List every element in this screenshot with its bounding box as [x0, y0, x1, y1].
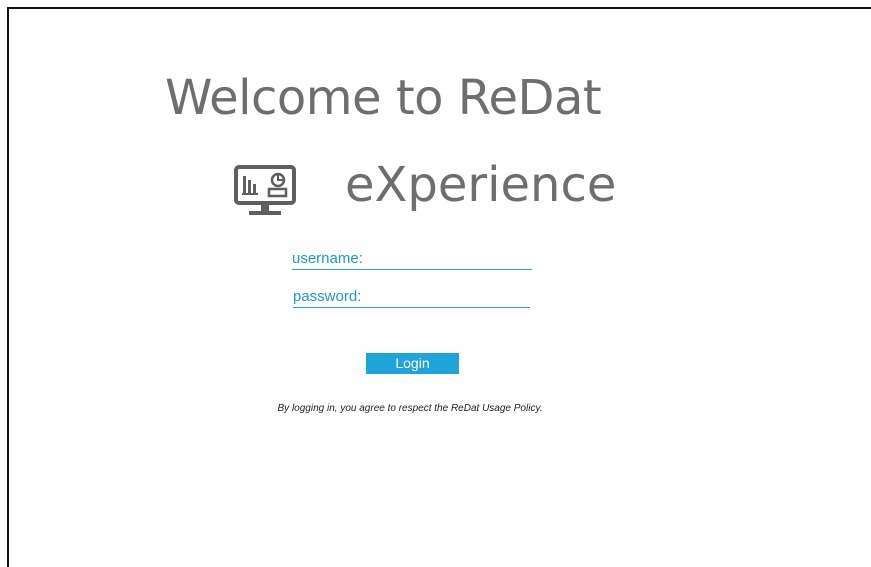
username-label: username: — [292, 250, 363, 267]
password-input[interactable] — [383, 288, 523, 306]
password-label: password: — [293, 288, 362, 305]
usage-policy-notice: By logging in, you agree to respect the … — [277, 403, 543, 414]
password-field: password: — [293, 288, 530, 308]
username-field: username: — [292, 250, 532, 270]
page-subtitle: eXperience — [345, 157, 617, 213]
page-title: Welcome to ReDat — [165, 70, 602, 126]
monitor-dashboard-icon — [234, 165, 296, 215]
username-input[interactable] — [382, 250, 522, 268]
login-button[interactable]: Login — [366, 353, 459, 374]
